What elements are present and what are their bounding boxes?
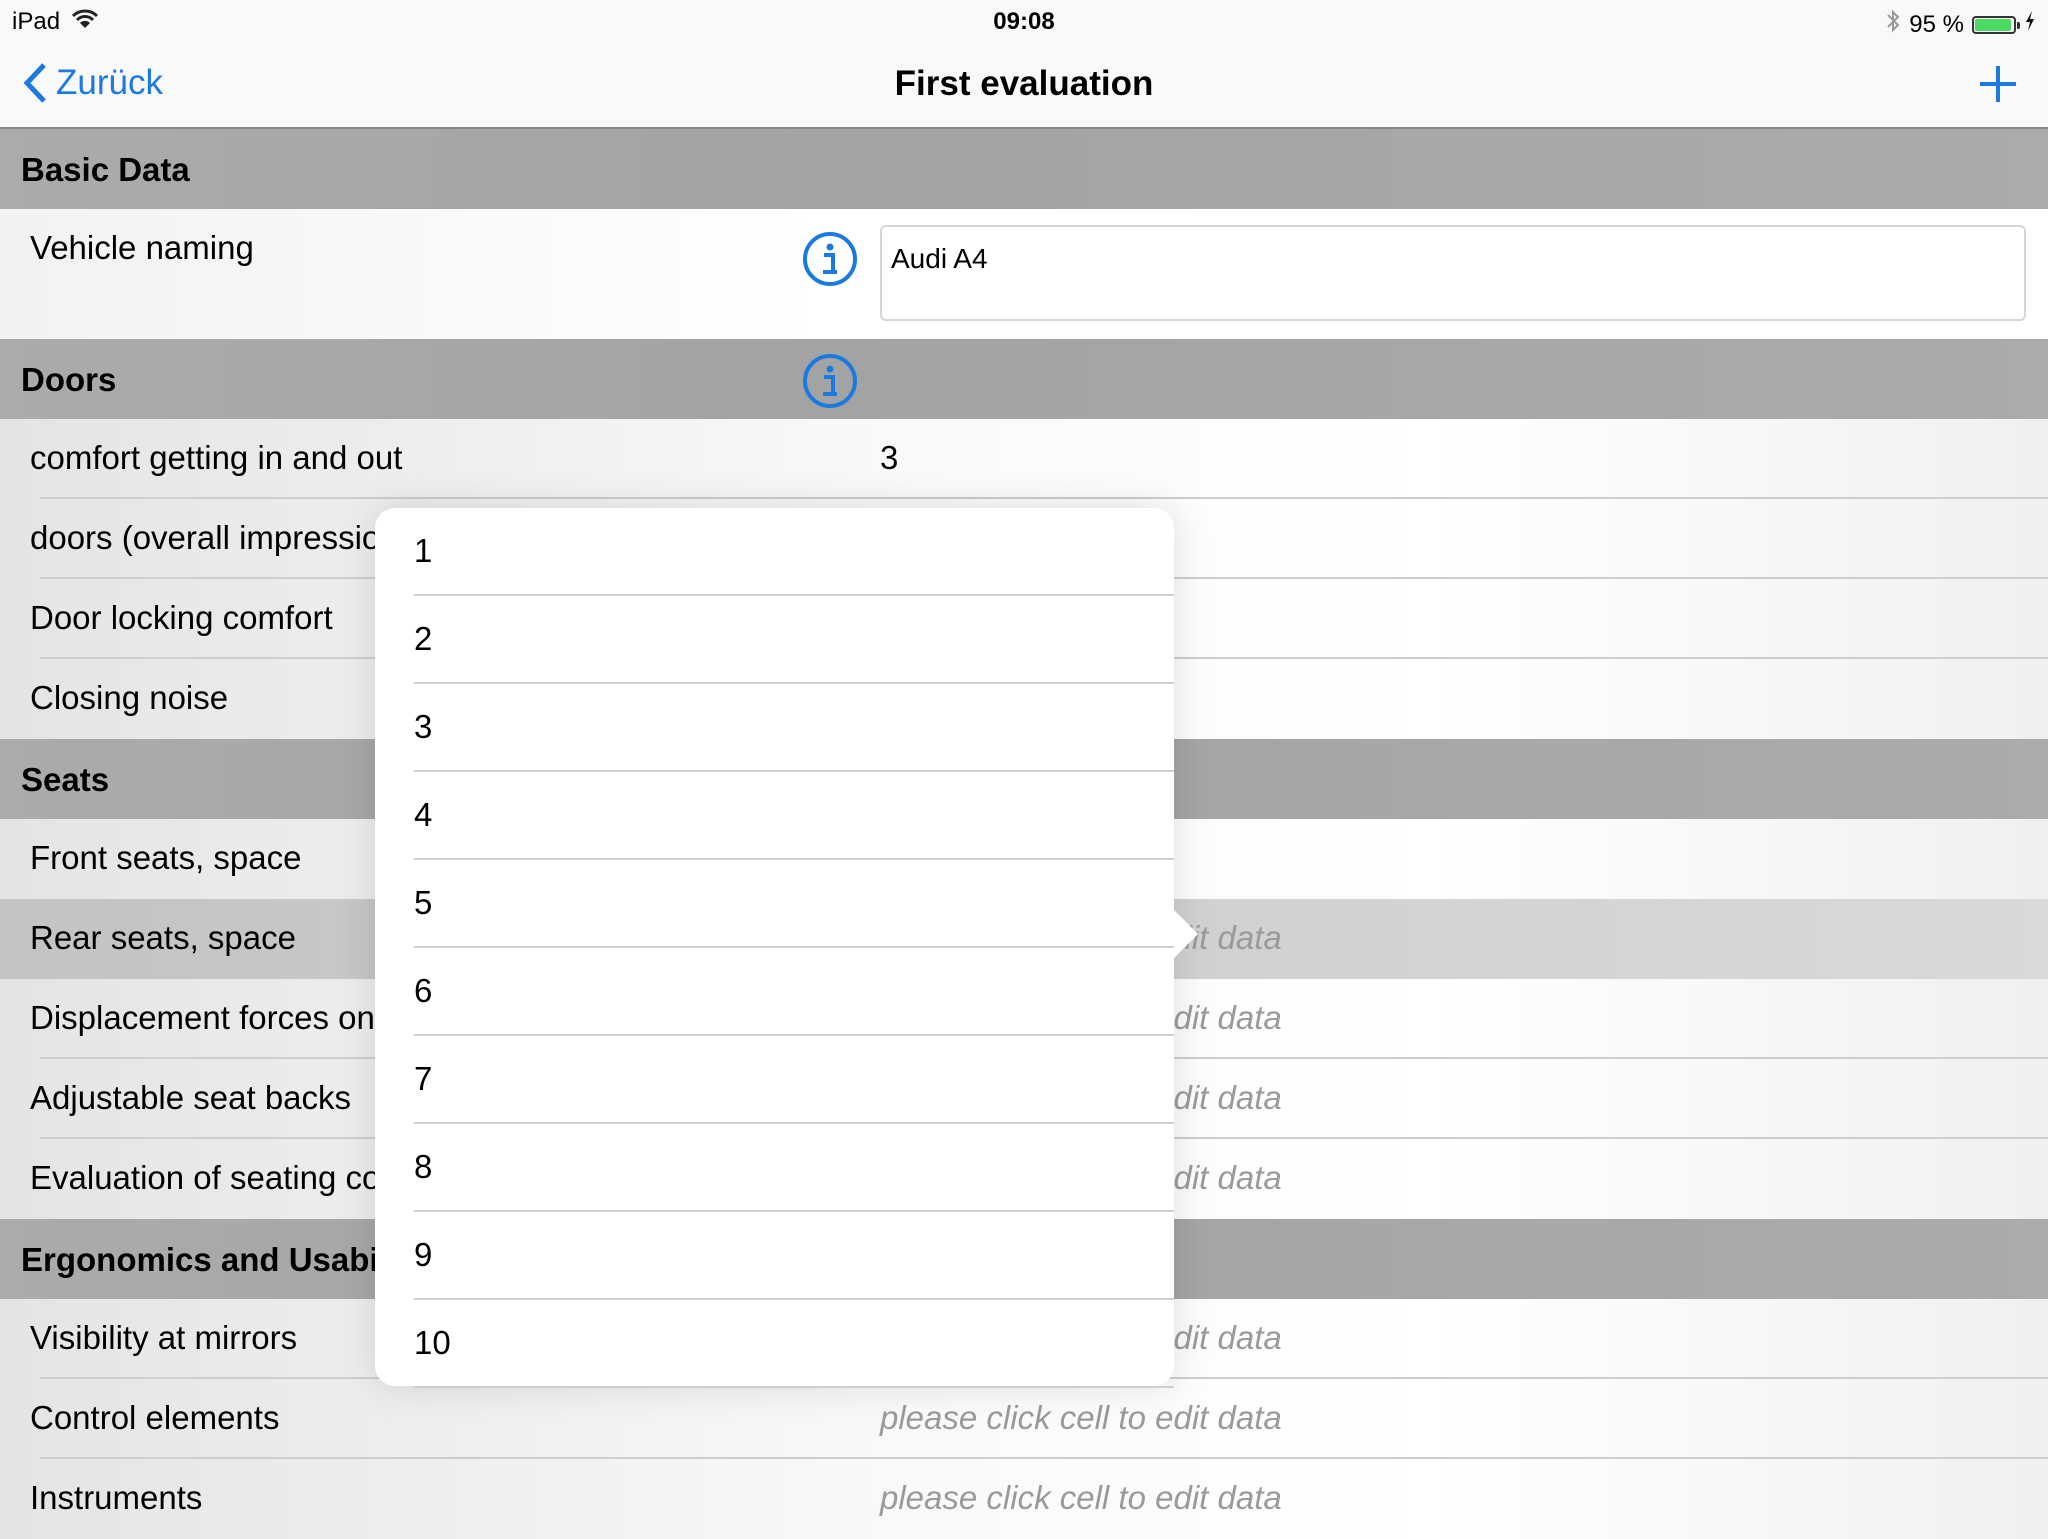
section-title: Seats	[21, 761, 110, 798]
row-label: Front seats, space	[30, 839, 302, 876]
status-time: 09:08	[993, 8, 1055, 35]
value-picker-popover: 1 2 3 4 5 6 7 8 9 10	[375, 508, 1198, 1388]
row-value: 3	[880, 439, 899, 476]
row-label: Instruments	[30, 1479, 203, 1516]
option-label: 10	[414, 1324, 451, 1361]
table-row-vehicle-naming[interactable]: Vehicle naming Audi A4	[0, 209, 2048, 339]
vehicle-naming-input[interactable]: Audi A4	[880, 225, 2026, 321]
row-label: comfort getting in and out	[30, 439, 403, 476]
picker-option[interactable]: 10	[375, 1300, 1174, 1388]
row-label: Closing noise	[30, 679, 229, 716]
info-icon[interactable]	[802, 353, 858, 414]
row-label: Visibility at mirrors	[30, 1319, 298, 1356]
picker-option[interactable]: 7	[375, 1036, 1174, 1124]
row-label: Rear seats, space	[30, 919, 296, 956]
option-label: 2	[414, 620, 433, 657]
section-header-doors: Doors	[0, 339, 2048, 419]
section-title: Doors	[21, 361, 117, 398]
option-label: 3	[414, 708, 433, 745]
info-icon[interactable]	[802, 231, 858, 292]
picker-option[interactable]: 9	[375, 1212, 1174, 1300]
option-label: 8	[414, 1148, 433, 1185]
plus-icon	[1980, 66, 2016, 102]
picker-option[interactable]: 5	[375, 860, 1174, 948]
add-button[interactable]	[1974, 60, 2022, 108]
table-row[interactable]: Instruments please click cell to edit da…	[0, 1459, 2048, 1539]
row-label: doors (overall impression)	[30, 519, 410, 556]
row-label: Adjustable seat backs	[30, 1079, 352, 1116]
row-placeholder: please click cell to edit data	[880, 1479, 1282, 1516]
battery-fill	[1975, 18, 2012, 31]
picker-option[interactable]: 8	[375, 1124, 1174, 1212]
section-title: Basic Data	[21, 151, 190, 188]
battery-percent: 95 %	[1909, 10, 1964, 38]
option-label: 5	[414, 884, 433, 921]
table-row[interactable]: Control elements please click cell to ed…	[0, 1379, 2048, 1459]
picker-option[interactable]: 2	[375, 596, 1174, 684]
bluetooth-icon	[1885, 8, 1901, 41]
row-placeholder: please click cell to edit data	[880, 1399, 1282, 1436]
bolt-icon	[2024, 10, 2036, 39]
picker-option[interactable]: 6	[375, 948, 1174, 1036]
option-label: 1	[414, 532, 433, 569]
page-title: First evaluation	[894, 64, 1154, 103]
section-title: Ergonomics and Usability	[21, 1241, 427, 1278]
option-label: 9	[414, 1236, 433, 1273]
picker-option[interactable]: 3	[375, 684, 1174, 772]
option-label: 6	[414, 972, 433, 1009]
option-separator	[414, 1386, 1174, 1388]
picker-option[interactable]: 4	[375, 772, 1174, 860]
option-label: 4	[414, 796, 433, 833]
status-bar: iPad 09:08 95 %	[0, 0, 2048, 44]
popover-arrow	[1172, 908, 1198, 960]
option-label: 7	[414, 1060, 433, 1097]
section-header-basic-data: Basic Data	[0, 129, 2048, 209]
row-label: Vehicle naming	[30, 229, 254, 266]
table-row[interactable]: comfort getting in and out 3	[0, 419, 2048, 499]
picker-option[interactable]: 1	[375, 508, 1174, 596]
battery-icon	[1972, 15, 2020, 34]
row-label: Control elements	[30, 1399, 280, 1436]
navigation-bar: Zurück First evaluation	[0, 44, 2048, 129]
row-label: Door locking comfort	[30, 599, 333, 636]
